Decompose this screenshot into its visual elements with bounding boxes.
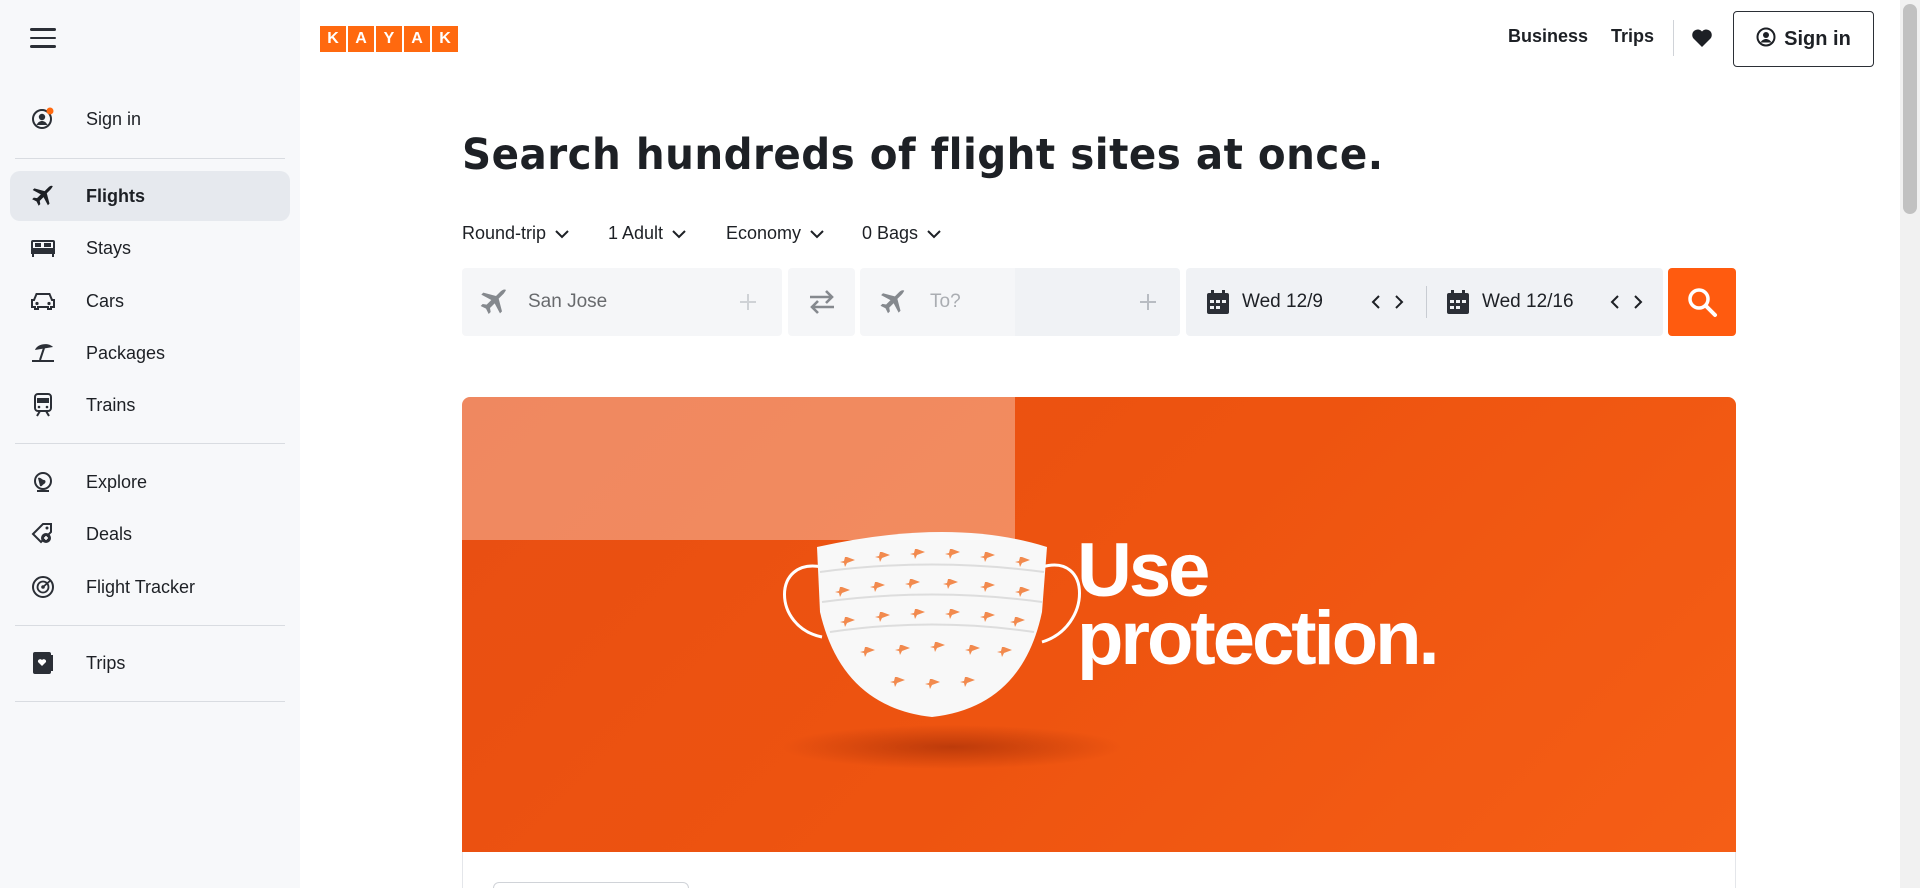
return-date[interactable]: Wed 12/16 [1482,291,1574,313]
sidebar-item-label: Explore [86,471,148,492]
sidebar-item-deals[interactable]: Deals [10,509,290,559]
sidebar-item-label: Cars [86,290,125,311]
kayak-logo[interactable]: K A Y A K [320,26,460,52]
dates-field[interactable]: Wed 12/9 Wed 12/16 [1186,268,1663,336]
logo-letter: A [348,26,374,52]
promo-card-footer [462,852,1736,888]
bed-icon [28,233,58,263]
nav-trips-link[interactable]: Trips [1611,26,1654,47]
sidebar-item-label: Deals [86,523,133,544]
train-icon [28,390,58,420]
tag-icon [28,519,58,549]
sidebar-item-trains[interactable]: Trains [10,380,290,430]
sidebar-item-label: Trains [86,394,136,415]
sidebar-item-flights[interactable]: Flights [10,171,290,221]
sidebar-item-label: Trips [86,652,126,673]
sidebar-item-label: Packages [86,342,166,363]
logo-letter: K [320,26,346,52]
chevron-left-icon[interactable] [1610,294,1620,315]
promo-headline: Use protection. [1077,528,1440,681]
scrollbar-thumb[interactable] [1903,4,1917,214]
sidebar-item-cars[interactable]: Cars [10,276,290,326]
menu-icon[interactable] [30,28,56,50]
logo-letter: A [404,26,430,52]
sidebar-divider [15,158,285,159]
origin-dropdown-overlay [458,260,1015,540]
globe-icon [28,467,58,497]
sidebar-item-trips[interactable]: Trips [10,638,290,688]
depart-date[interactable]: Wed 12/9 [1242,291,1323,313]
user-icon [28,104,58,134]
nav-divider [1673,20,1674,56]
plus-icon[interactable] [1138,292,1158,317]
page-title: Search hundreds of flight sites at once. [462,130,1384,180]
sidebar-divider [15,701,285,702]
travelers-dropdown[interactable]: 1 Adult [608,223,687,244]
chevron-down-icon [927,229,941,238]
sidebar-item-label: Flight Tracker [86,576,196,597]
chevron-down-icon [810,229,824,238]
logo-letter: Y [376,26,402,52]
chevron-down-icon [672,229,686,238]
sign-in-label: Sign in [1784,27,1851,50]
plane-icon [28,181,58,211]
promo-headline-line: protection. [1077,596,1440,681]
trips-icon [28,648,58,678]
sidebar-divider [15,443,285,444]
logo-letter: K [432,26,458,52]
bags-label: 0 Bags [862,223,919,243]
sidebar-item-packages[interactable]: Packages [10,328,290,378]
trip-type-label: Round-trip [462,223,547,243]
car-icon [28,286,58,316]
chevron-right-icon[interactable] [1633,294,1643,315]
heart-icon[interactable] [1690,26,1714,50]
nav-business-link[interactable]: Business [1508,26,1588,47]
sidebar-item-stays[interactable]: Stays [10,223,290,273]
search-icon [1686,286,1718,318]
chevron-left-icon[interactable] [1371,294,1381,315]
cabin-class-label: Economy [726,223,802,243]
sidebar-item-sign-in[interactable]: Sign in [10,94,290,144]
trip-type-dropdown[interactable]: Round-trip [462,223,570,244]
user-icon [1756,27,1776,52]
date-divider [1426,286,1427,318]
sidebar-item-label: Stays [86,237,132,258]
cabin-class-dropdown[interactable]: Economy [726,223,825,244]
sign-in-button[interactable]: Sign in [1733,11,1874,67]
chevron-down-icon [555,229,569,238]
sidebar-item-label: Sign in [86,108,142,129]
umbrella-icon [28,338,58,368]
chevron-right-icon[interactable] [1394,294,1404,315]
promo-headline-line: Use [1077,528,1210,613]
sidebar: Sign in Flights Stays Cars Packages Trai… [0,0,300,888]
sidebar-item-label: Flights [86,185,145,206]
bags-dropdown[interactable]: 0 Bags [862,223,942,244]
promo-button-outline[interactable] [493,882,689,888]
calendar-icon [1446,289,1470,315]
calendar-icon [1206,289,1230,315]
search-button[interactable] [1668,268,1736,336]
travelers-label: 1 Adult [608,223,664,243]
sidebar-item-explore[interactable]: Explore [10,457,290,507]
sidebar-divider [15,625,285,626]
radar-icon [28,572,58,602]
sidebar-item-flight-tracker[interactable]: Flight Tracker [10,562,290,612]
